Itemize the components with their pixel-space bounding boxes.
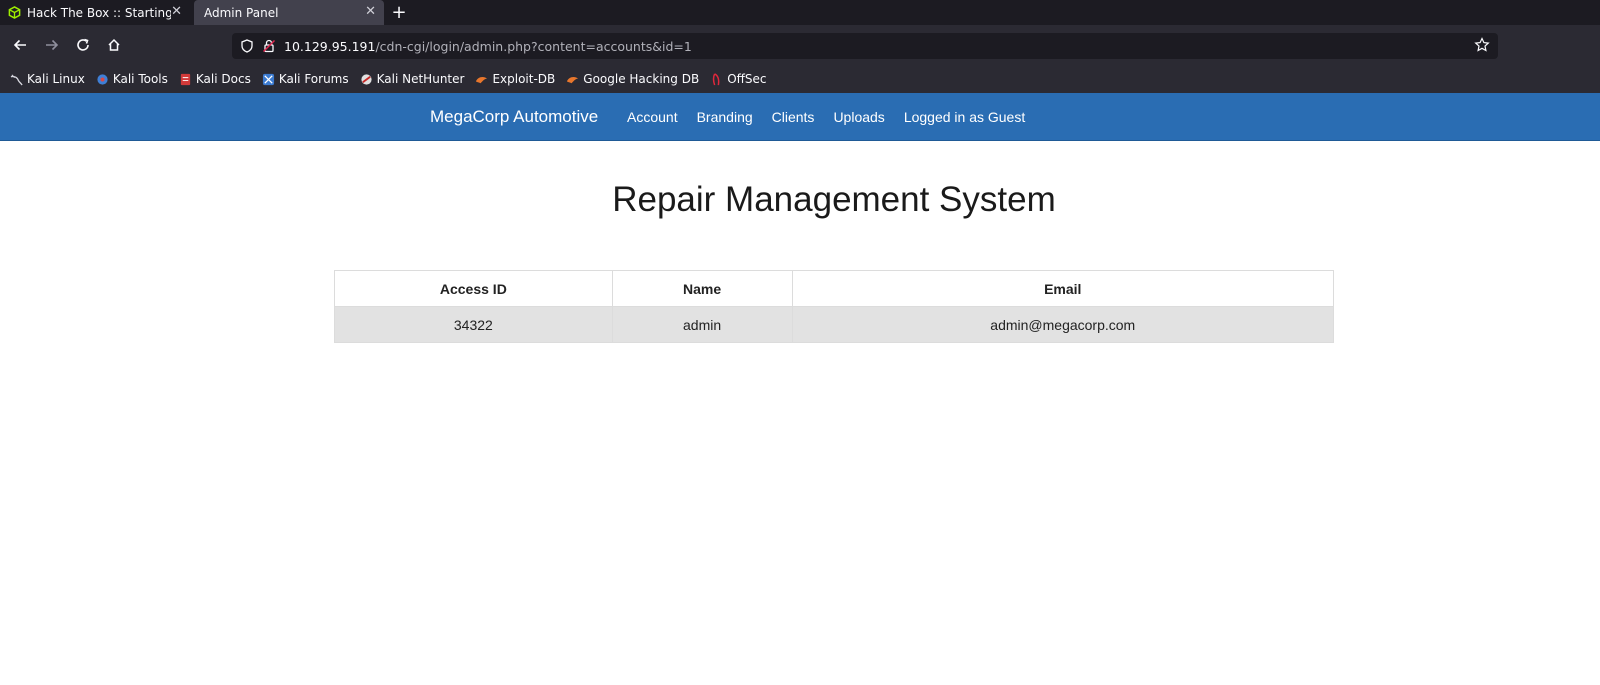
page-title: Repair Management System [612,180,1056,219]
insecure-lock-icon[interactable] [262,39,276,53]
ghdb-icon [567,76,579,83]
bookmark-google-hacking-db[interactable]: Google Hacking DB [566,72,699,86]
tab-hack-the-box[interactable]: Hack The Box :: Starting P ✕ [0,0,190,25]
bookmark-kali-linux[interactable]: Kali Linux [10,72,85,86]
bookmark-label: Google Hacking DB [583,72,700,86]
new-tab-button[interactable]: + [384,0,414,25]
nav-logged-in-status[interactable]: Logged in as Guest [904,109,1025,125]
site-brand[interactable]: MegaCorp Automotive [430,107,598,127]
site-nav-links: Account Branding Clients Uploads Logged … [627,109,1044,125]
exploit-db-icon [476,76,488,83]
bookmark-kali-nethunter[interactable]: Kali NetHunter [360,72,465,86]
kali-dragon-icon [10,73,23,85]
bookmark-label: Kali Linux [27,72,85,86]
htb-cube-icon [8,6,21,19]
offsec-icon [713,72,720,85]
accounts-table: Access ID Name Email 34322 admin admin@m… [334,270,1334,343]
close-tab-icon[interactable]: ✕ [365,5,376,19]
nav-branding[interactable]: Branding [697,109,753,125]
nethunter-icon [361,73,372,85]
bookmark-label: Kali Tools [112,72,168,86]
bookmark-offsec[interactable]: OffSec [710,72,767,86]
nav-uploads[interactable]: Uploads [833,109,884,125]
table-header-row: Access ID Name Email [334,270,1334,307]
bookmark-kali-tools[interactable]: Kali Tools [96,72,168,86]
url-path: /cdn-cgi/login/admin.php?content=account… [375,38,692,54]
bookmark-exploit-db[interactable]: Exploit-DB [475,72,555,86]
back-arrow-icon [13,39,26,51]
bookmark-label: Kali NetHunter [376,72,465,86]
bookmark-label: OffSec [727,72,767,86]
nav-clients[interactable]: Clients [772,109,815,125]
reload-button[interactable] [73,35,93,55]
table-row: 34322 admin admin@megacorp.com [334,306,1334,343]
forward-arrow-icon [46,39,59,51]
browser-toolbar: 10.129.95.191/cdn-cgi/login/admin.php?co… [0,25,1600,65]
column-header-name: Name [611,270,793,307]
forward-button[interactable] [42,35,62,55]
bookmark-star-icon[interactable] [1474,37,1490,53]
browser-tab-strip: Hack The Box :: Starting P ✕ Admin Panel… [0,0,1600,25]
bookmark-kali-docs[interactable]: Kali Docs [179,72,251,86]
bookmark-label: Kali Docs [195,72,251,86]
cell-name: admin [611,306,793,343]
url-host: 10.129.95.191 [284,38,376,54]
tab-title: Hack The Box :: Starting P [27,5,171,20]
kali-forums-icon [262,73,274,85]
address-bar[interactable]: 10.129.95.191/cdn-cgi/login/admin.php?co… [232,33,1498,59]
nav-account[interactable]: Account [627,109,678,125]
cell-email: admin@megacorp.com [791,306,1334,343]
bookmark-label: Kali Forums [278,72,349,86]
reload-icon [77,38,89,51]
home-icon [108,38,120,51]
tab-title: Admin Panel [204,5,279,20]
shield-icon[interactable] [240,39,254,53]
column-header-access-id: Access ID [334,270,613,307]
cell-access-id: 34322 [334,306,613,343]
column-header-email: Email [791,270,1334,307]
site-navbar: MegaCorp Automotive Account Branding Cli… [0,93,1600,141]
home-button[interactable] [104,35,124,55]
bookmarks-bar: Kali Linux Kali Tools Kali Docs Kali For… [0,65,1600,93]
bookmark-kali-forums[interactable]: Kali Forums [262,72,349,86]
back-button[interactable] [10,35,30,55]
kali-tools-icon [97,73,108,85]
tab-admin-panel[interactable]: Admin Panel ✕ [194,0,384,25]
kali-docs-icon [180,73,191,85]
close-tab-icon[interactable]: ✕ [171,5,182,19]
bookmark-label: Exploit-DB [492,72,556,86]
